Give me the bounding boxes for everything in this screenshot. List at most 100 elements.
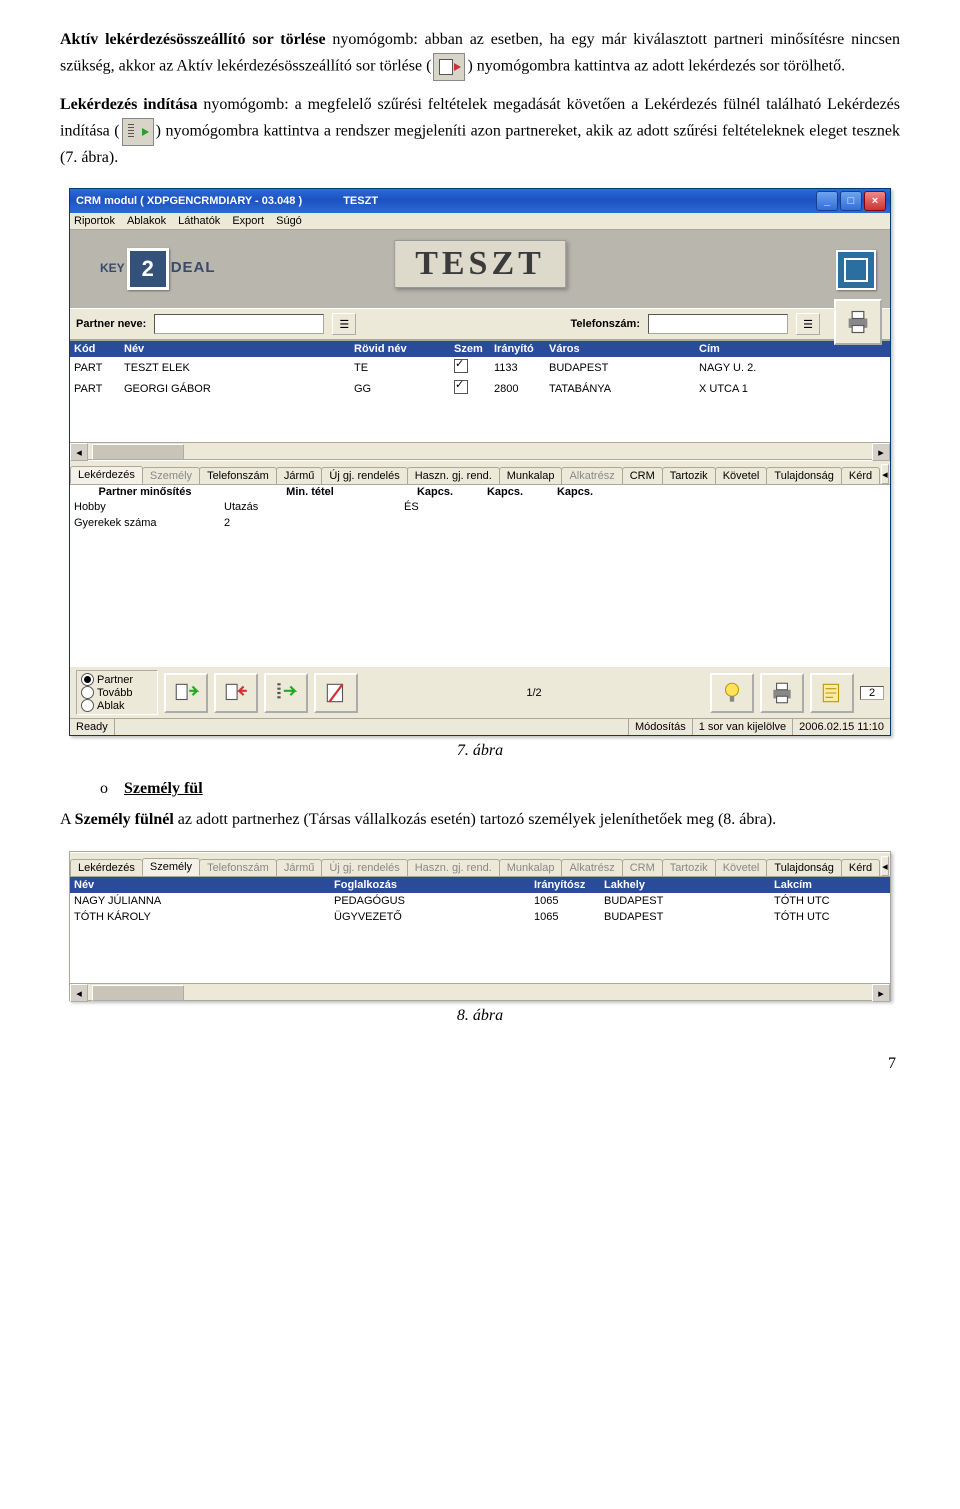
col-foglalkozas[interactable]: Foglalkozás (330, 877, 530, 893)
tab-haszn-gj-rend-[interactable]: Haszn. gj. rend. (407, 859, 500, 876)
tab-lek-rdez-s[interactable]: Lekérdezés (70, 859, 143, 876)
scroll-thumb[interactable] (92, 985, 184, 1001)
idea-button[interactable] (710, 673, 754, 713)
tab--j-gj-rendel-s[interactable]: Új gj. rendelés (321, 859, 407, 876)
tab-munkalap[interactable]: Munkalap (499, 467, 563, 484)
radio-tovabb[interactable]: Tovább (81, 686, 151, 699)
tab-telefonsz-m[interactable]: Telefonszám (199, 467, 277, 484)
scroll-left-icon[interactable]: ◂ (70, 984, 88, 1002)
tab-lek-rdez-s[interactable]: Lekérdezés (70, 466, 143, 484)
tab-tartozik[interactable]: Tartozik (662, 859, 716, 876)
col-lakcim[interactable]: Lakcím (770, 877, 890, 893)
table-row[interactable]: Gyerekek száma 2 (70, 515, 890, 531)
status-time: 2006.02.15 11:10 (793, 719, 890, 735)
tab-k-vetel[interactable]: Követel (715, 859, 768, 876)
menu-item[interactable]: Export (232, 215, 264, 227)
col-lakhely[interactable]: Lakhely (600, 877, 770, 893)
notes-button[interactable] (810, 673, 854, 713)
radio-partner[interactable]: Partner (81, 673, 151, 686)
sub-col-tetel[interactable]: Min. tétel (220, 485, 400, 499)
scroll-right-icon[interactable]: ▸ (872, 984, 890, 1002)
figure-8-caption: 8. ábra (60, 1007, 900, 1025)
table-row[interactable]: Hobby Utazás ÉS (70, 499, 890, 515)
checkbox[interactable] (454, 380, 468, 394)
status-selection: 1 sor van kijelölve (693, 719, 793, 735)
run-query-icon (122, 118, 154, 146)
col-nev[interactable]: Név (120, 341, 350, 357)
menu-item[interactable]: Riportok (74, 215, 115, 227)
sub-col-kapcs1[interactable]: Kapcs. (400, 485, 470, 499)
tab-crm[interactable]: CRM (622, 467, 663, 484)
row-count-box: 2 (860, 686, 884, 700)
phone-input[interactable] (648, 314, 788, 334)
scroll-thumb[interactable] (92, 444, 184, 460)
tab-tartozik[interactable]: Tartozik (662, 467, 716, 484)
window-maximize-button[interactable]: □ (840, 191, 862, 211)
para1-text2: ) nyomógombra kattintva az adott lekérde… (467, 57, 845, 74)
phone-lookup-button[interactable]: ☰ (796, 313, 820, 335)
table-row[interactable]: PART GEORGI GÁBOR GG 2800 TATABÁNYA X UT… (70, 378, 890, 399)
window-close-button[interactable]: × (864, 191, 886, 211)
partner-lookup-button[interactable]: ☰ (332, 313, 356, 335)
figure-8-wrapper: LekérdezésSzemélyTelefonszámJárműÚj gj. … (60, 851, 900, 1001)
tab-j-rm-[interactable]: Jármű (276, 467, 323, 484)
add-query-row-button[interactable] (164, 673, 208, 713)
tab-crm[interactable]: CRM (622, 859, 663, 876)
tab-scroll-arrow[interactable]: ◂ (881, 856, 889, 876)
menu-item[interactable]: Súgó (276, 215, 302, 227)
window-titlebar[interactable]: CRM modul ( XDPGENCRMDIARY - 03.048 ) TE… (70, 189, 890, 213)
print-list-button[interactable] (760, 673, 804, 713)
menu-item[interactable]: Ablakok (127, 215, 166, 227)
sub-col-kapcs3[interactable]: Kapcs. (540, 485, 610, 499)
tab-munkalap[interactable]: Munkalap (499, 859, 563, 876)
col-rovid[interactable]: Rövid név (350, 341, 450, 357)
partner-name-input[interactable] (154, 314, 324, 334)
clear-query-button[interactable] (314, 673, 358, 713)
status-mode: Módosítás (629, 719, 693, 735)
scroll-right-icon[interactable]: ▸ (872, 443, 890, 461)
tab--j-gj-rendel-s[interactable]: Új gj. rendelés (321, 467, 407, 484)
table-row[interactable]: PART TESZT ELEK TE 1133 BUDAPEST NAGY U.… (70, 357, 890, 378)
window-minimize-button[interactable]: _ (816, 191, 838, 211)
col-szem[interactable]: Szem (450, 341, 490, 357)
tab-tulajdons-g[interactable]: Tulajdonság (766, 859, 842, 876)
table-row[interactable]: NAGY JÚLIANNA PEDAGÓGUS 1065 BUDAPEST TÓ… (70, 893, 890, 909)
scroll-left-icon[interactable]: ◂ (70, 443, 88, 461)
menu-item[interactable]: Láthatók (178, 215, 220, 227)
bullet-marker: o (100, 780, 108, 798)
tab-haszn-gj-rend-[interactable]: Haszn. gj. rend. (407, 467, 500, 484)
tab-alkatr-sz[interactable]: Alkatrész (561, 859, 622, 876)
checkbox[interactable] (454, 359, 468, 373)
partner-grid-header: Kód Név Rövid név Szem Irányító Város Cí… (70, 341, 890, 357)
tab-j-rm-[interactable]: Jármű (276, 859, 323, 876)
tab-telefonsz-m[interactable]: Telefonszám (199, 859, 277, 876)
col-nev[interactable]: Név (70, 877, 330, 893)
radio-ablak[interactable]: Ablak (81, 699, 151, 712)
tab-szem-ly[interactable]: Személy (142, 467, 200, 484)
tab-tulajdons-g[interactable]: Tulajdonság (766, 467, 842, 484)
table-row[interactable]: TÓTH KÁROLY ÜGYVEZETŐ 1065 BUDAPEST TÓTH… (70, 909, 890, 925)
sub-col-minosites[interactable]: Partner minősítés (70, 485, 220, 499)
delete-query-row-button[interactable] (214, 673, 258, 713)
sub-col-kapcs2[interactable]: Kapcs. (470, 485, 540, 499)
tab-k-rd[interactable]: Kérd (841, 467, 880, 484)
col-kod[interactable]: Kód (70, 341, 120, 357)
run-query-button[interactable] (264, 673, 308, 713)
query-subgrid-body[interactable]: Hobby Utazás ÉS Gyerekek száma 2 (70, 499, 890, 667)
bullet-label: Személy fül (124, 780, 203, 798)
tab-alkatr-sz[interactable]: Alkatrész (561, 467, 622, 484)
szemely-grid-body[interactable]: NAGY JÚLIANNA PEDAGÓGUS 1065 BUDAPEST TÓ… (70, 893, 890, 983)
tab-scroll-arrow[interactable]: ◂ (881, 464, 889, 484)
tab-k-vetel[interactable]: Követel (715, 467, 768, 484)
para3-bold: Személy fülnél (75, 811, 174, 828)
print-button[interactable] (834, 299, 882, 345)
partner-grid-hscroll[interactable]: ◂ ▸ (70, 442, 890, 459)
szemely-grid-hscroll[interactable]: ◂ ▸ (70, 983, 890, 1000)
col-varos[interactable]: Város (545, 341, 695, 357)
col-iranyito[interactable]: Irányító (490, 341, 545, 357)
tab-szem-ly[interactable]: Személy (142, 858, 200, 876)
tab-k-rd[interactable]: Kérd (841, 859, 880, 876)
partner-grid-body[interactable]: PART TESZT ELEK TE 1133 BUDAPEST NAGY U.… (70, 357, 890, 442)
banner-report-icon[interactable] (836, 250, 876, 290)
col-iranyitoszam[interactable]: Irányítósz (530, 877, 600, 893)
